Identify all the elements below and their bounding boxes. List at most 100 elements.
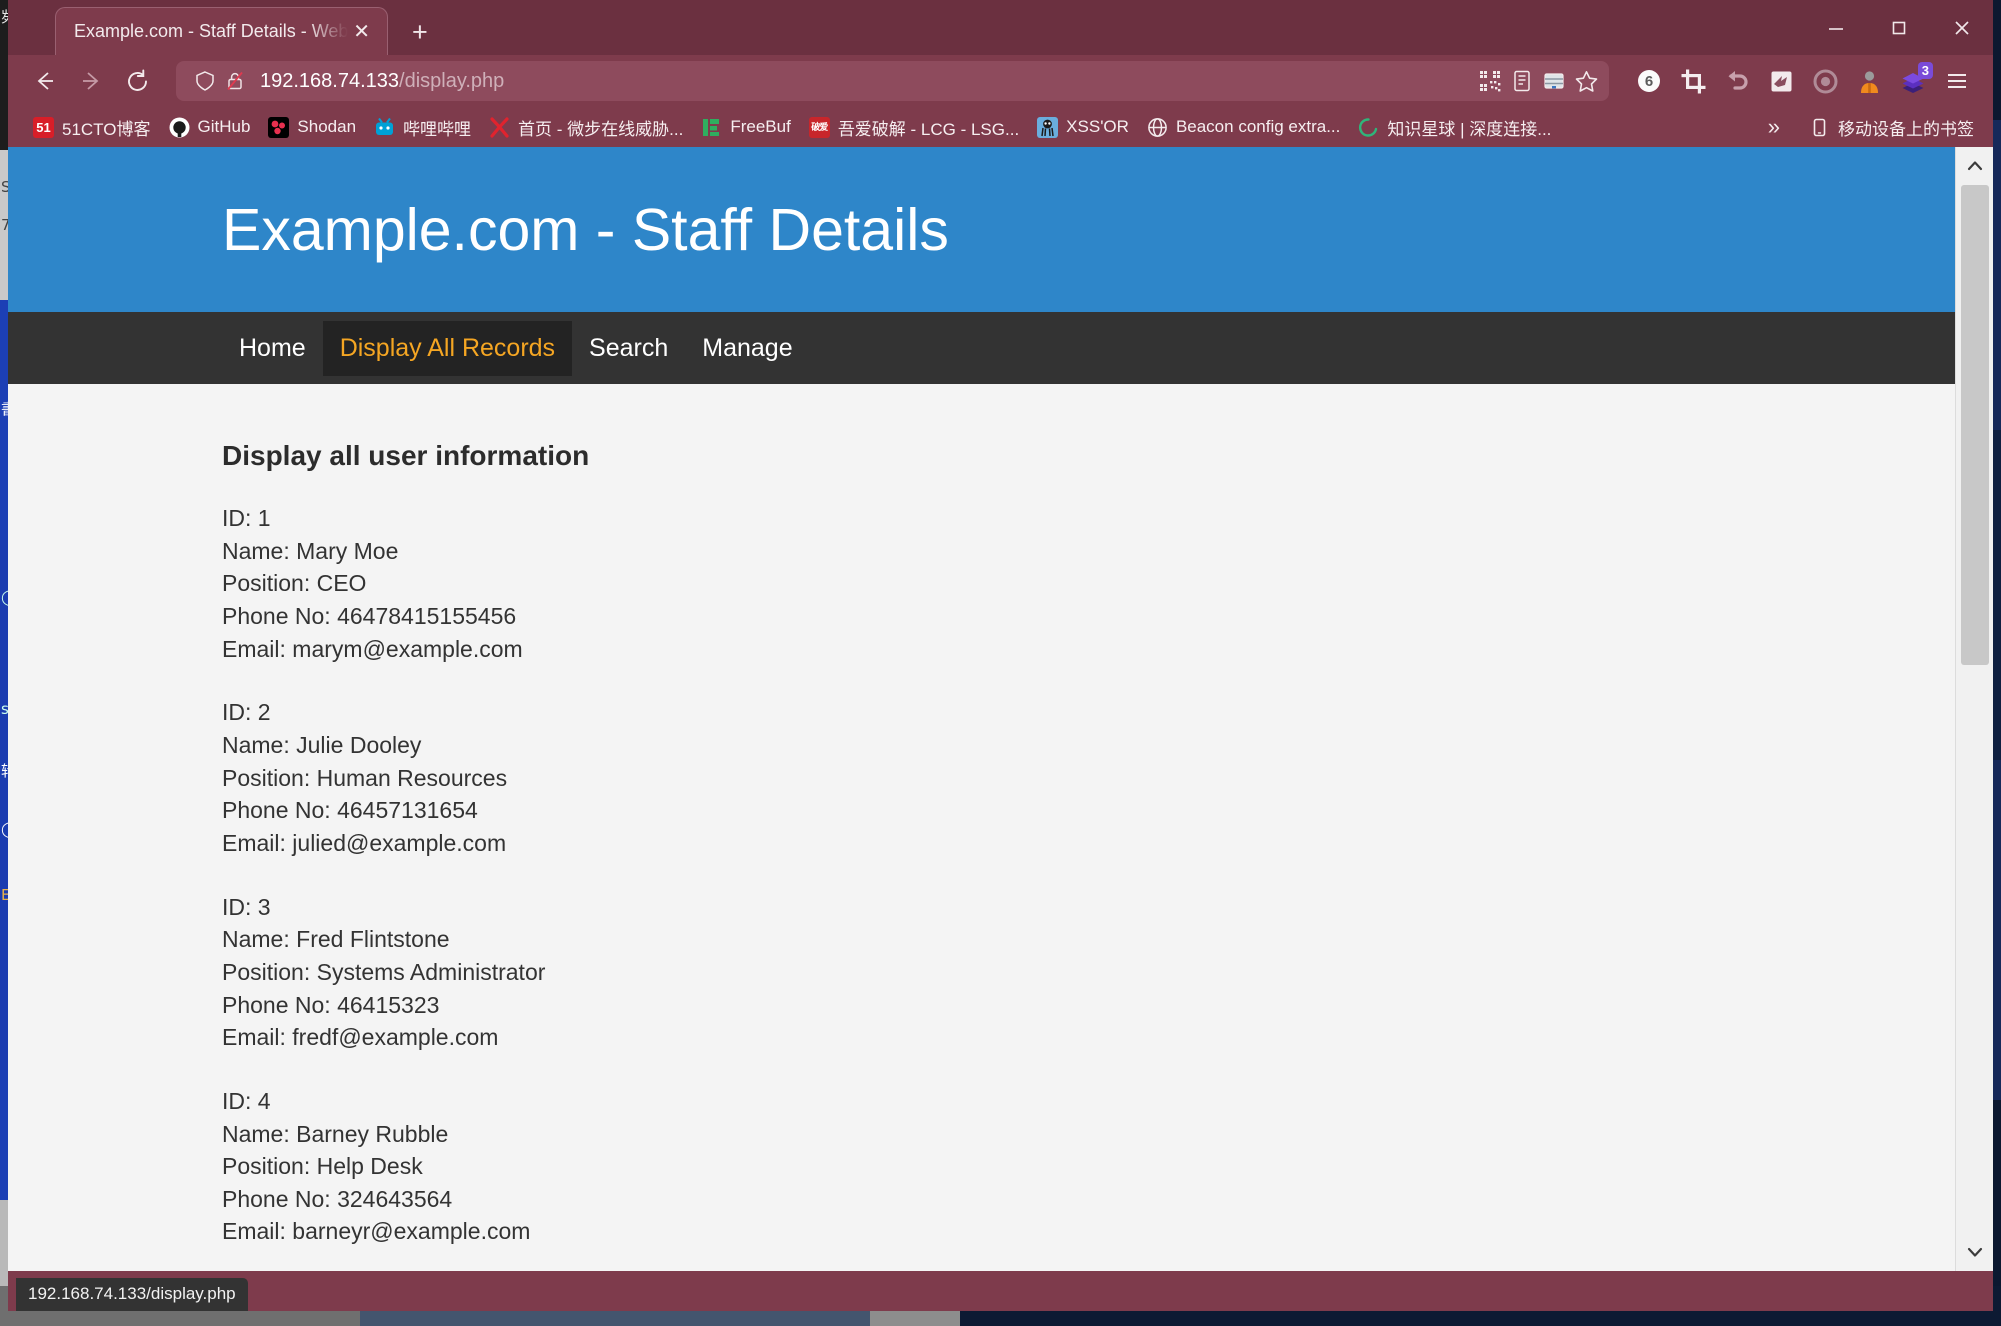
omnibox-actions [1475,66,1601,96]
qr-code-icon[interactable] [1475,66,1505,96]
site-header: Example.com - Staff Details [8,147,1955,312]
52pojie-favicon: 破爱 [808,116,830,138]
layers-extension[interactable]: 3 [1893,61,1933,101]
bookmark-label: XSS'OR [1066,117,1129,136]
value-email: julied@example.com [292,829,507,856]
record-position: Position: Help Desk [222,1150,1955,1183]
record-email: Email: barneyr@example.com [222,1215,1955,1248]
page-content: Display all user information ID: 1 Name:… [8,384,1955,1271]
bird-extension[interactable] [1761,61,1801,101]
beacon-favicon [1147,117,1168,138]
zsxq-favicon [1358,117,1379,138]
close-tab-icon[interactable]: ✕ [348,20,375,44]
record-phone: Phone No: 46415323 [222,989,1955,1022]
record-extension[interactable] [1805,61,1845,101]
record-name: Name: Fred Flintstone [222,923,1955,956]
label-phone: Phone No: [222,797,331,824]
browser-menu-button[interactable] [1937,61,1977,101]
value-name: Fred Flintstone [296,926,450,953]
person-extension[interactable] [1849,61,1889,101]
bookmark-label: 知识星球 | 深度连接... [1387,119,1552,139]
record-entry: ID: 2 Name: Julie Dooley Position: Human… [222,696,1955,859]
bookmark-item[interactable]: Beacon config extra... [1138,111,1349,143]
mobile-bookmarks-item[interactable]: 移动设备上的书签 [1800,111,1983,143]
scrollbar-thumb[interactable] [1961,185,1989,665]
reading-list-icon[interactable] [1507,66,1537,96]
bookmark-item[interactable]: Shodan [259,111,365,143]
bookmarks-bar: 51 51CTO博客 GitHub Shodan 哔哩哔哩 首页 - 微步在线威… [8,107,1993,147]
bookmark-label: 首页 - 微步在线威胁... [518,119,684,139]
value-email: fredf@example.com [292,1024,499,1051]
freebuf-favicon [701,117,722,138]
lock-crossed-icon[interactable] [220,66,250,96]
content-heading: Display all user information [222,440,590,471]
window-controls [1804,0,1993,55]
value-position: CEO [316,570,367,597]
bookmark-label: 吾爱破解 - LCG - LSG... [837,119,1020,139]
forward-button[interactable] [70,60,112,102]
bookmark-item[interactable]: 哔哩哔哩 [365,111,480,143]
counter-badge-extension[interactable]: 6 [1629,61,1669,101]
scroll-up-arrow[interactable] [1956,147,1993,185]
undo-extension[interactable] [1717,61,1757,101]
51cto-favicon: 51 [33,116,54,138]
label-email: Email: [222,1024,286,1051]
browser-tab[interactable]: Example.com - Staff Details - Web ✕ [55,7,388,55]
bookmark-item[interactable]: XSS'OR [1028,111,1138,143]
value-email: barneyr@example.com [292,1218,531,1245]
maximize-button[interactable] [1867,0,1930,55]
bookmark-item[interactable]: 首页 - 微步在线威胁... [480,111,692,143]
label-position: Position: [222,958,311,985]
record-name: Name: Julie Dooley [222,729,1955,762]
bookmarks-overflow-icon[interactable]: » [1758,114,1790,140]
scroll-down-arrow[interactable] [1956,1233,1993,1271]
value-id: 1 [257,505,271,531]
bookmark-item[interactable]: FreeBuf [692,111,799,143]
url-text[interactable]: 192.168.74.133/display.php [260,70,1475,93]
bookmark-item[interactable]: GitHub [160,111,260,143]
back-button[interactable] [24,60,66,102]
nav-link-search[interactable]: Search [572,321,685,376]
status-bar-link-preview: 192.168.74.133/display.php [16,1278,248,1311]
xssor-favicon [1037,116,1059,138]
address-bar[interactable]: 192.168.74.133/display.php [176,61,1609,101]
close-window-button[interactable] [1930,0,1993,55]
github-favicon [169,117,190,138]
bookmark-item[interactable]: 51 51CTO博客 [24,111,160,143]
record-email: Email: marym@example.com [222,633,1955,666]
record-phone: Phone No: 46457131654 [222,794,1955,827]
star-icon[interactable] [1571,66,1601,96]
record-phone: Phone No: 46478415155456 [222,600,1955,633]
mobile-bookmarks-label: 移动设备上的书签 [1838,119,1974,139]
tab-strip: Example.com - Staff Details - Web ✕ + [8,0,1993,55]
bookmark-label: Shodan [297,117,357,136]
label-position: Position: [222,1153,311,1180]
nav-link-display-all-records[interactable]: Display All Records [322,320,573,376]
shield-icon[interactable] [190,66,220,96]
bookmark-label: FreeBuf [730,117,791,136]
rendered-web-page: Example.com - Staff Details Home Display… [8,147,1955,1271]
bookmark-item[interactable]: 知识星球 | 深度连接... [1349,111,1560,143]
value-position: Human Resources [316,764,508,791]
nav-link-home[interactable]: Home [222,321,323,376]
record-position: Position: Systems Administrator [222,956,1955,989]
bookmarks-overflow: » 移动设备上的书签 [1758,111,1983,143]
split-screen-icon[interactable] [1539,66,1569,96]
vertical-scrollbar[interactable] [1955,147,1993,1271]
new-tab-button[interactable]: + [402,19,438,46]
nav-link-manage[interactable]: Manage [685,321,809,376]
label-id: ID: [222,505,252,531]
bookmark-item[interactable]: 破爱 吾爱破解 - LCG - LSG... [800,111,1028,143]
label-email: Email: [222,635,286,662]
value-phone: 324643564 [337,1185,453,1212]
crop-tool-extension[interactable] [1673,61,1713,101]
value-id: 4 [257,1087,271,1114]
browser-toolbar: 192.168.74.133/display.php 6 3 [8,55,1993,107]
record-name: Name: Barney Rubble [222,1118,1955,1151]
bookmark-label: 51CTO博客 [62,119,151,139]
record-entry: ID: 3 Name: Fred Flintstone Position: Sy… [222,891,1955,1054]
reload-button[interactable] [116,60,158,102]
record-name: Name: Mary Moe [222,535,1955,568]
minimize-button[interactable] [1804,0,1867,55]
threatbook-favicon [489,116,510,138]
